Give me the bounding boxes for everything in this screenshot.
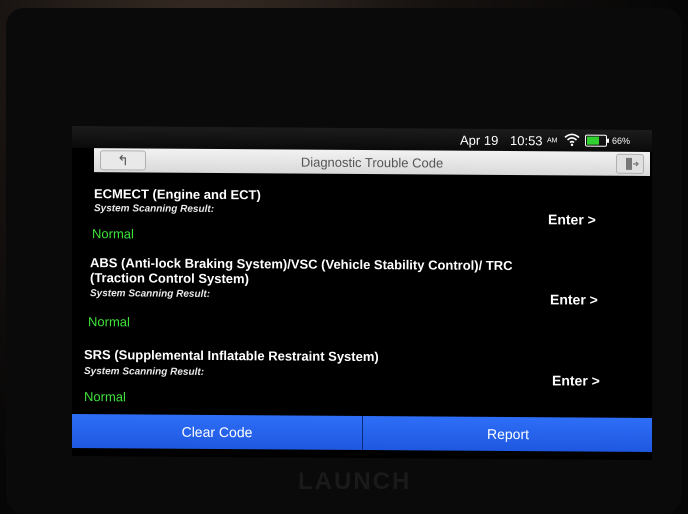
system-name: SRS (Supplemental Inflatable Restraint S… — [84, 347, 379, 365]
scan-result-label: System Scanning Result: — [94, 203, 215, 215]
device-screen: Apr 19 10:53 AM 66% ↰ Diagnostic Trouble… — [72, 125, 653, 461]
scan-status: Normal — [88, 314, 130, 330]
list-item-srs[interactable]: SRS (Supplemental Inflatable Restraint S… — [72, 338, 652, 416]
system-name: ECMECT (Engine and ECT) — [94, 186, 261, 203]
status-ampm: AM — [547, 137, 558, 145]
status-time: 10:53 — [510, 133, 543, 149]
system-name: ABS (Anti-lock Braking System)/VSC (Vehi… — [90, 255, 513, 287]
enter-button[interactable]: Enter > — [548, 211, 596, 227]
status-date: Apr 19 — [460, 132, 499, 148]
enter-button[interactable]: Enter > — [552, 372, 600, 388]
wifi-icon — [564, 133, 580, 147]
page-title: Diagnostic Trouble Code — [300, 154, 444, 171]
enter-button[interactable]: Enter > — [550, 291, 598, 307]
list-item-ecmect[interactable]: ECMECT (Engine and ECT) System Scanning … — [72, 178, 652, 252]
battery-level — [587, 136, 599, 145]
exit-door-icon — [626, 157, 639, 170]
device-brand-logo: LAUNCH — [298, 468, 412, 495]
list-item-abs-vsc-trc[interactable]: ABS (Anti-lock Braking System)/VSC (Vehi… — [72, 248, 652, 342]
clear-code-button[interactable]: Clear Code — [72, 414, 362, 450]
scan-result-label: System Scanning Result: — [90, 288, 211, 300]
scan-result-label: System Scanning Result: — [84, 366, 205, 378]
battery-tip — [607, 138, 609, 143]
battery-icon — [585, 134, 609, 147]
scan-status: Normal — [84, 389, 126, 405]
battery-percent: 66% — [612, 135, 631, 146]
exit-button[interactable] — [616, 153, 644, 174]
title-bar: ↰ Diagnostic Trouble Code — [94, 148, 650, 177]
report-button[interactable]: Report — [363, 416, 653, 452]
scan-status: Normal — [92, 226, 134, 242]
bottom-action-bar: Clear Code Report — [72, 413, 653, 453]
